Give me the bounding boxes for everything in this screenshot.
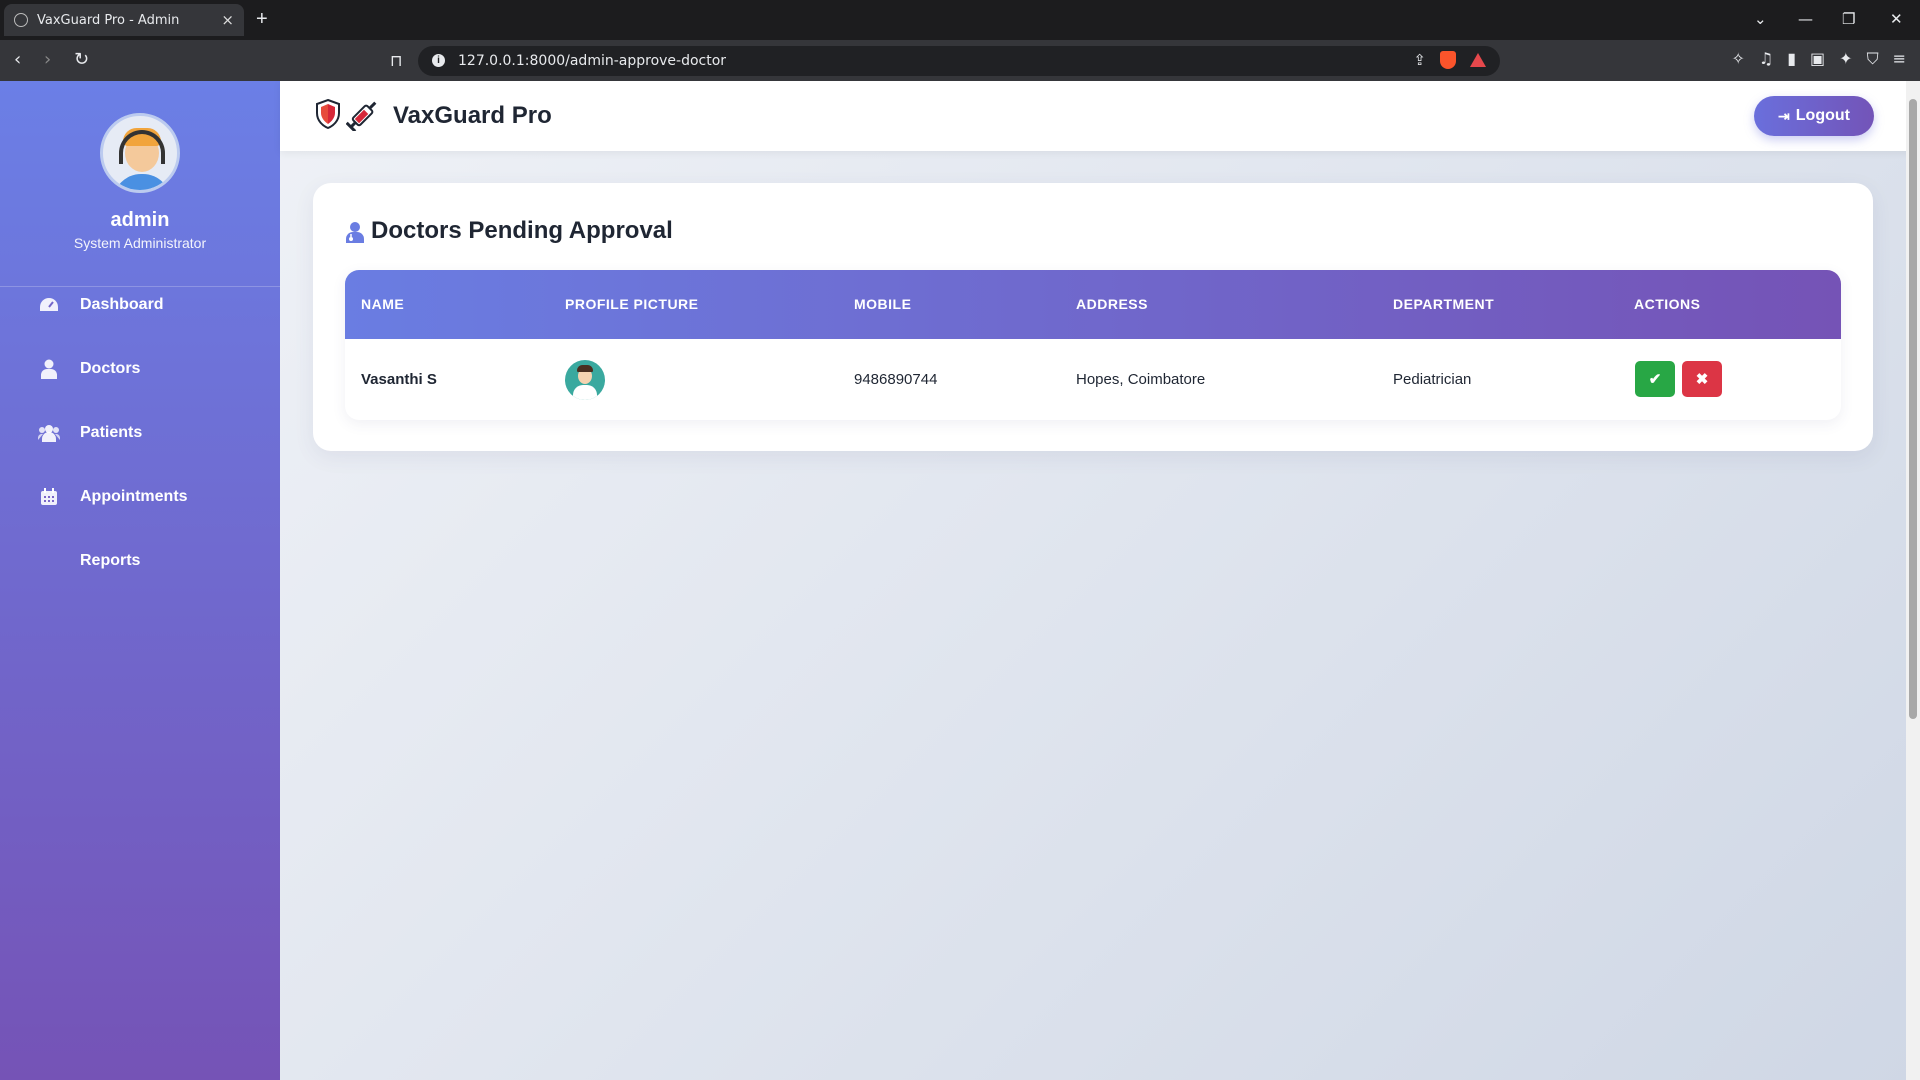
- extensions-icon[interactable]: ✧: [1731, 49, 1744, 69]
- shield-icon: [316, 99, 340, 129]
- table-header: NAME PROFILE PICTURE MOBILE ADDRESS DEPA…: [345, 270, 1841, 339]
- wallet-icon[interactable]: ▣: [1810, 49, 1825, 69]
- browser-tab[interactable]: VaxGuard Pro - Admin ×: [4, 4, 244, 36]
- restore-icon[interactable]: ❐: [1842, 10, 1855, 28]
- back-icon[interactable]: ‹: [14, 49, 21, 70]
- check-icon: ✔: [1648, 371, 1662, 388]
- logout-label: Logout: [1795, 107, 1850, 124]
- reports-icon: [38, 551, 60, 571]
- forward-icon[interactable]: ›: [44, 49, 51, 70]
- omnibox-actions: ⇪: [1413, 51, 1486, 69]
- brave-rewards-icon[interactable]: [1470, 53, 1486, 67]
- doctor-icon: [346, 222, 364, 243]
- users-icon: [38, 423, 60, 443]
- logout-button[interactable]: ⇥ Logout: [1754, 96, 1874, 136]
- doctor-name: Vasanthi S: [361, 371, 437, 388]
- sidebar-item-label: Patients: [80, 424, 143, 441]
- column-header-actions: ACTIONS: [1634, 296, 1701, 312]
- page-scrollbar[interactable]: [1906, 81, 1920, 1080]
- brand-name[interactable]: VaxGuard Pro: [393, 102, 552, 130]
- globe-icon: [14, 13, 28, 27]
- approve-button[interactable]: ✔: [1635, 361, 1675, 397]
- doctor-address: Hopes, Coimbatore: [1076, 371, 1206, 388]
- sidebar-item-reports[interactable]: Reports: [0, 539, 280, 583]
- bookmark-icon[interactable]: ⊓: [390, 51, 402, 70]
- minimize-icon[interactable]: —: [1798, 10, 1813, 28]
- site-info-icon[interactable]: i: [432, 54, 445, 67]
- calendar-icon: [38, 487, 60, 507]
- reject-button[interactable]: ✖: [1682, 361, 1722, 397]
- top-header: VaxGuard Pro ⇥ Logout: [280, 81, 1920, 151]
- url-text[interactable]: 127.0.0.1:8000/admin-approve-doctor: [458, 53, 726, 69]
- page-viewport: admin System Administrator Dashboard Doc…: [0, 81, 1920, 1080]
- sidebar-item-label: Appointments: [80, 488, 188, 505]
- dashboard-icon: [38, 295, 60, 315]
- column-header-department: DEPARTMENT: [1393, 296, 1495, 312]
- tab-search-icon[interactable]: ⌄: [1754, 10, 1767, 28]
- sidebar-item-doctors[interactable]: Doctors: [0, 347, 280, 391]
- scrollbar-thumb[interactable]: [1909, 99, 1917, 719]
- column-header-address: ADDRESS: [1076, 296, 1148, 312]
- sidebar-item-dashboard[interactable]: Dashboard: [0, 283, 280, 327]
- share-icon[interactable]: ⇪: [1413, 51, 1426, 69]
- pending-doctors-table: NAME PROFILE PICTURE MOBILE ADDRESS DEPA…: [345, 270, 1841, 420]
- tab-close-button[interactable]: ×: [221, 11, 234, 29]
- new-tab-button[interactable]: +: [256, 8, 268, 30]
- close-icon: ✖: [1695, 371, 1709, 388]
- close-window-icon[interactable]: ✕: [1890, 10, 1903, 28]
- sidebar: admin System Administrator Dashboard Doc…: [0, 81, 280, 1080]
- sidebar-item-label: Reports: [80, 552, 141, 569]
- extension-icons: ✧ ♫ ▮ ▣ ✦ ⛉ ≡: [1731, 49, 1906, 69]
- address-bar[interactable]: i 127.0.0.1:8000/admin-approve-doctor ⇪: [418, 46, 1500, 76]
- tab-title: VaxGuard Pro - Admin: [37, 12, 180, 28]
- user-name: admin: [110, 209, 170, 231]
- sign-out-icon: ⇥: [1778, 107, 1790, 124]
- sidebar-item-label: Doctors: [80, 360, 141, 377]
- column-header-name: NAME: [361, 296, 405, 312]
- doctor-profile-picture: [565, 360, 605, 400]
- doctor-mobile: 9486890744: [854, 371, 938, 388]
- leo-ai-icon[interactable]: ✦: [1839, 49, 1852, 69]
- sidebar-item-patients[interactable]: Patients: [0, 411, 280, 455]
- vpn-icon[interactable]: ⛉: [1867, 49, 1879, 69]
- sidebar-item-label: Dashboard: [80, 296, 164, 313]
- media-icon[interactable]: ♫: [1759, 49, 1773, 69]
- page-title: Doctors Pending Approval: [371, 217, 673, 244]
- reload-icon[interactable]: ↻: [74, 49, 89, 70]
- pending-doctors-card: Doctors Pending Approval NAME PROFILE PI…: [313, 183, 1873, 451]
- column-header-profile-picture: PROFILE PICTURE: [565, 296, 699, 312]
- doctor-icon: [38, 359, 60, 379]
- sidebar-toggle-icon[interactable]: ▮: [1787, 49, 1796, 69]
- user-role: System Administrator: [73, 235, 207, 251]
- column-header-mobile: MOBILE: [854, 296, 912, 312]
- sidebar-item-appointments[interactable]: Appointments: [0, 475, 280, 519]
- syringe-icon: [346, 101, 377, 131]
- menu-icon[interactable]: ≡: [1893, 49, 1906, 69]
- browser-titlebar: VaxGuard Pro - Admin × + ⌄ — ❐ ✕: [0, 0, 1920, 40]
- avatar: [100, 113, 180, 193]
- doctor-department: Pediatrician: [1393, 371, 1472, 388]
- brave-shields-icon[interactable]: [1440, 51, 1456, 69]
